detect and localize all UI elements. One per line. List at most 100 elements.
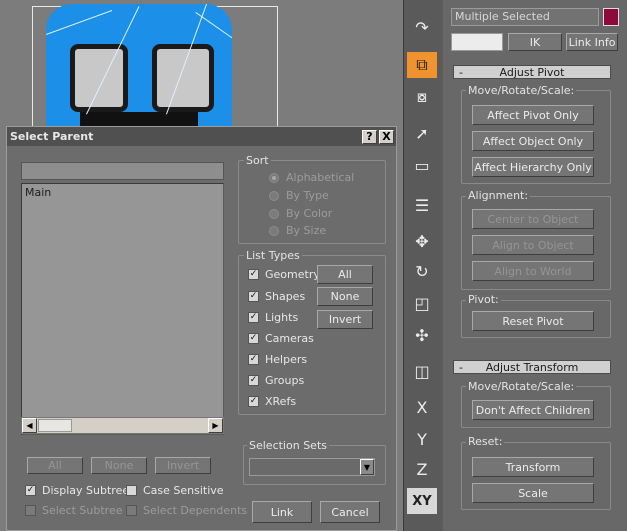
axis-x-button[interactable]: X — [407, 394, 437, 420]
scale-icon[interactable]: ◰ — [407, 290, 437, 316]
reset-pivot-button[interactable]: Reset Pivot — [472, 311, 594, 331]
dialog-title: Select Parent — [10, 130, 94, 143]
checkbox-label: XRefs — [265, 395, 297, 408]
affect-pivot-only-button[interactable]: Affect Pivot Only — [472, 105, 594, 125]
chevron-down-icon[interactable]: ▼ — [360, 459, 374, 475]
reset-transform-button[interactable]: Transform — [472, 457, 594, 477]
link-button[interactable]: Link — [252, 501, 312, 523]
shapes-checkbox[interactable]: ✓ — [248, 291, 259, 302]
checkbox-label: Case Sensitive — [143, 484, 224, 497]
rollout-title: Adjust Transform — [485, 360, 579, 374]
groups-checkbox[interactable]: ✓ — [248, 375, 259, 386]
rollout-title: Adjust Pivot — [499, 65, 565, 79]
sort-alphabetical-radio[interactable] — [269, 173, 279, 183]
checkbox-label: Groups — [265, 374, 305, 387]
align-to-object-button[interactable]: Align to Object — [472, 235, 594, 255]
cameras-checkbox[interactable]: ✓ — [248, 333, 259, 344]
pivot-mode-field[interactable] — [451, 33, 503, 51]
hierarchy-panel: Multiple Selected IK Link Info - Adjust … — [443, 0, 627, 531]
select-object-icon[interactable]: ➚ — [407, 120, 437, 146]
axis-z-button[interactable]: Z — [407, 456, 437, 482]
object-list[interactable]: Main — [21, 183, 224, 435]
lights-checkbox[interactable]: ✓ — [248, 312, 259, 323]
pivot-center-icon[interactable]: ✣ — [407, 322, 437, 348]
checkbox-label: Helpers — [265, 353, 308, 366]
select-all-button[interactable]: All — [27, 457, 83, 474]
affect-object-only-button[interactable]: Affect Object Only — [472, 131, 594, 151]
help-button[interactable]: ? — [362, 129, 377, 144]
adjust-pivot-rollout-header[interactable]: - Adjust Pivot — [453, 65, 611, 79]
wire-line — [195, 12, 232, 48]
sort-option-label: Alphabetical — [286, 171, 355, 184]
ik-button[interactable]: IK — [508, 33, 562, 51]
link-info-button[interactable]: Link Info — [566, 33, 618, 51]
group-label: Sort — [244, 154, 271, 167]
group-label: Pivot: — [466, 293, 501, 306]
sort-by-type-radio[interactable] — [269, 191, 279, 201]
select-by-name-icon[interactable]: ☰ — [407, 192, 437, 218]
scroll-left-icon[interactable]: ◀ — [22, 418, 37, 433]
sort-by-size-radio[interactable] — [269, 226, 279, 236]
axis-xy-button[interactable]: XY — [407, 488, 437, 514]
close-button[interactable]: X — [379, 129, 394, 144]
rotate-icon[interactable]: ↻ — [407, 258, 437, 284]
scroll-right-icon[interactable]: ▶ — [208, 418, 223, 433]
group-label: Alignment: — [466, 189, 531, 202]
cancel-button[interactable]: Cancel — [320, 501, 380, 523]
group-label: Selection Sets — [247, 439, 329, 452]
sort-option-label: By Size — [286, 224, 327, 237]
mirror-icon[interactable]: ◫ — [407, 358, 437, 384]
group-label: Move/Rotate/Scale: — [466, 84, 577, 97]
checkbox-label: Shapes — [265, 290, 306, 303]
unlink-selection-icon[interactable]: ⧇ — [407, 84, 437, 110]
checkbox-label: Select Dependents — [143, 504, 248, 517]
selection-color-swatch[interactable] — [603, 8, 619, 26]
search-input[interactable] — [21, 162, 224, 180]
sort-by-color-radio[interactable] — [269, 209, 279, 219]
geometry-checkbox[interactable]: ✓ — [248, 269, 259, 280]
move-icon[interactable]: ✥ — [407, 228, 437, 254]
align-to-world-button[interactable]: Align to World — [472, 261, 594, 281]
select-dependents-checkbox[interactable] — [126, 505, 137, 516]
dont-affect-children-button[interactable]: Don't Affect Children — [472, 400, 594, 420]
dialog-titlebar[interactable]: Select Parent ? X — [7, 127, 396, 146]
robot-right-eye — [152, 44, 214, 112]
sort-option-label: By Type — [286, 189, 329, 202]
wire-line — [46, 10, 113, 35]
list-horizontal-scrollbar[interactable]: ◀ ▶ — [21, 417, 224, 434]
select-region-icon[interactable]: ▭ — [407, 152, 437, 178]
select-and-link-icon[interactable]: ⧉ — [407, 52, 437, 78]
helpers-checkbox[interactable]: ✓ — [248, 354, 259, 365]
collapse-icon: - — [459, 360, 463, 374]
select-parent-dialog: Select Parent ? X Main ◀ ▶ Sort Alphabet… — [6, 126, 397, 531]
checkbox-label: Geometry — [265, 268, 320, 281]
collapse-icon: - — [459, 65, 463, 79]
checkbox-label: Cameras — [265, 332, 314, 345]
list-types-invert-button[interactable]: Invert — [317, 310, 373, 329]
group-label: Reset: — [466, 435, 505, 448]
select-none-button[interactable]: None — [91, 457, 147, 474]
xrefs-checkbox[interactable]: ✓ — [248, 396, 259, 407]
robot-model[interactable] — [46, 4, 232, 134]
select-subtree-checkbox[interactable] — [25, 505, 36, 516]
display-subtree-checkbox[interactable]: ✓ — [25, 485, 36, 496]
sort-option-label: By Color — [286, 207, 333, 220]
affect-hierarchy-only-button[interactable]: Affect Hierarchy Only — [472, 157, 594, 177]
group-label: Move/Rotate/Scale: — [466, 380, 577, 393]
group-label: List Types — [244, 249, 302, 262]
list-item[interactable]: Main — [22, 184, 223, 201]
selection-sets-dropdown[interactable]: ▼ — [249, 458, 375, 476]
list-types-all-button[interactable]: All — [317, 265, 373, 284]
checkbox-label: Display Subtree — [42, 484, 130, 497]
reset-scale-button[interactable]: Scale — [472, 483, 594, 503]
checkbox-label: Lights — [265, 311, 299, 324]
axis-y-button[interactable]: Y — [407, 426, 437, 452]
center-to-object-button[interactable]: Center to Object — [472, 209, 594, 229]
select-invert-button[interactable]: Invert — [155, 457, 211, 474]
list-types-none-button[interactable]: None — [317, 287, 373, 306]
adjust-transform-rollout-header[interactable]: - Adjust Transform — [453, 360, 611, 374]
selection-name-field[interactable]: Multiple Selected — [451, 8, 599, 26]
undo-arrow-icon[interactable]: ↷ — [407, 14, 437, 40]
case-sensitive-checkbox[interactable] — [126, 485, 137, 496]
scroll-thumb[interactable] — [38, 419, 72, 432]
